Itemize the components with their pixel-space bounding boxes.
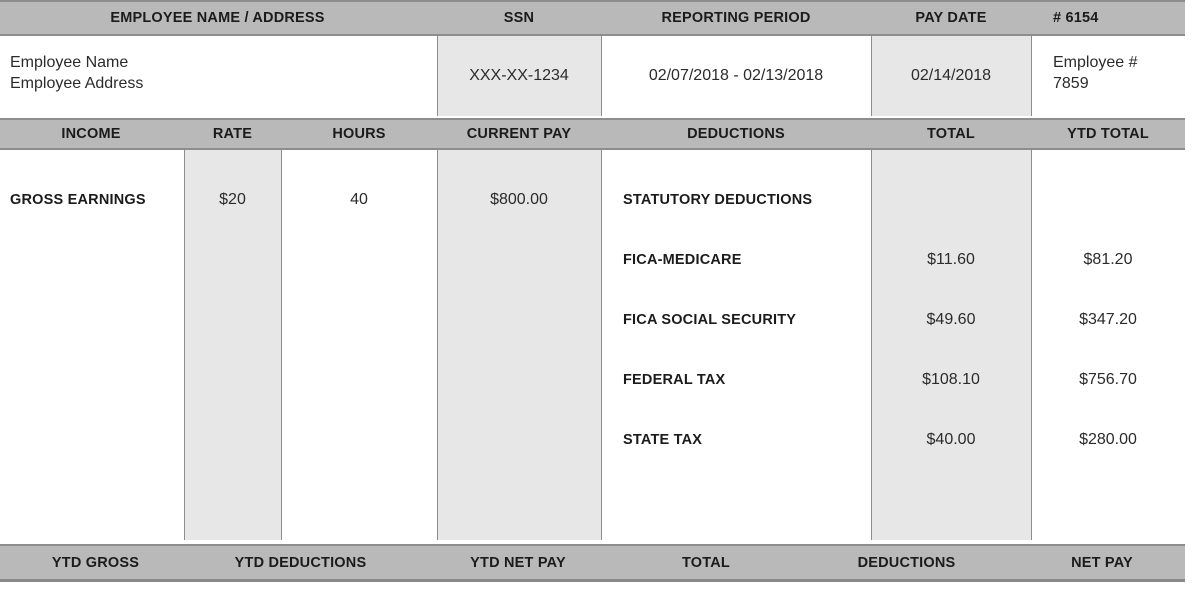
deduction-label: FICA SOCIAL SECURITY [623,312,797,328]
employee-id-number: 7859 [1053,75,1089,92]
deduction-total [871,186,1031,214]
pay-date-value: 02/14/2018 [910,67,992,84]
earnings-rate-value: $20 [219,191,246,208]
deduction-total: $40.00 [926,431,976,448]
footer-deductions: DEDUCTIONS [857,554,956,571]
deduction-total: $49.60 [926,311,976,328]
footer-band: YTD GROSS YTD DEDUCTIONS YTD NET PAY TOT… [0,544,1185,582]
deduction-label: FEDERAL TAX [623,372,726,388]
pay-stub-table: EMPLOYEE NAME / ADDRESS SSN REPORTING PE… [0,0,1185,600]
footer-net-pay: NET PAY [1071,554,1133,571]
deduction-label: FICA-MEDICARE [623,252,742,268]
header-pay-date: PAY DATE [915,10,987,26]
ssn-value: XXX-XX-1234 [469,67,569,84]
deduction-ytd-total: $347.20 [1079,311,1137,328]
employee-id-label: Employee # [1053,54,1138,71]
header-check-number: # 6154 [1053,10,1099,26]
header-employee-name-address: EMPLOYEE NAME / ADDRESS [110,10,325,26]
top-header-band: EMPLOYEE NAME / ADDRESS SSN REPORTING PE… [0,0,1185,36]
table-body: GROSS EARNINGS $20 40 $800.00 STATUTORY … [0,150,1185,540]
column-header-total: TOTAL [927,126,975,142]
employee-address-value: Employee Address [10,75,144,92]
deduction-label: STATUTORY DEDUCTIONS [623,192,813,208]
column-header-income: INCOME [61,126,121,142]
deduction-ytd-total [1031,186,1185,214]
divider-paydate-employeeid [1031,36,1032,116]
header-ssn: SSN [503,10,535,26]
deduction-total: $108.10 [922,371,980,388]
header-reporting-period: REPORTING PERIOD [661,10,811,26]
reporting-period-value: 02/07/2018 - 02/13/2018 [648,67,824,84]
deduction-total: $11.60 [927,251,975,268]
column-header-rate: RATE [212,126,253,142]
top-value-row: Employee Name Employee Address XXX-XX-12… [0,36,1185,116]
employee-name-value: Employee Name [10,54,129,71]
employee-id-value: Employee # 7859 [1053,52,1138,94]
column-header-band: INCOME RATE HOURS CURRENT PAY DEDUCTIONS… [0,118,1185,150]
deduction-ytd-total: $81.20 [1083,251,1133,268]
column-header-hours: HOURS [332,126,386,142]
deduction-ytd-total: $280.00 [1079,431,1137,448]
footer-ytd-deductions: YTD DEDUCTIONS [234,554,367,571]
earnings-hours-value: 40 [350,191,368,208]
earnings-income-label: GROSS EARNINGS [10,192,146,208]
footer-total: TOTAL [682,554,730,571]
column-header-current-pay: CURRENT PAY [466,126,572,142]
divider-currentpay-deductions [601,150,602,540]
employee-name-address-value: Employee Name Employee Address [10,52,143,94]
column-header-ytd-total: YTD TOTAL [1067,126,1149,142]
earnings-current-pay-value: $800.00 [490,191,548,208]
footer-ytd-gross: YTD GROSS [51,554,140,571]
deduction-ytd-total: $756.70 [1079,371,1137,388]
footer-ytd-net-pay: YTD NET PAY [470,554,566,571]
deduction-label: STATE TAX [623,432,703,448]
column-header-deductions: DEDUCTIONS [687,126,785,142]
